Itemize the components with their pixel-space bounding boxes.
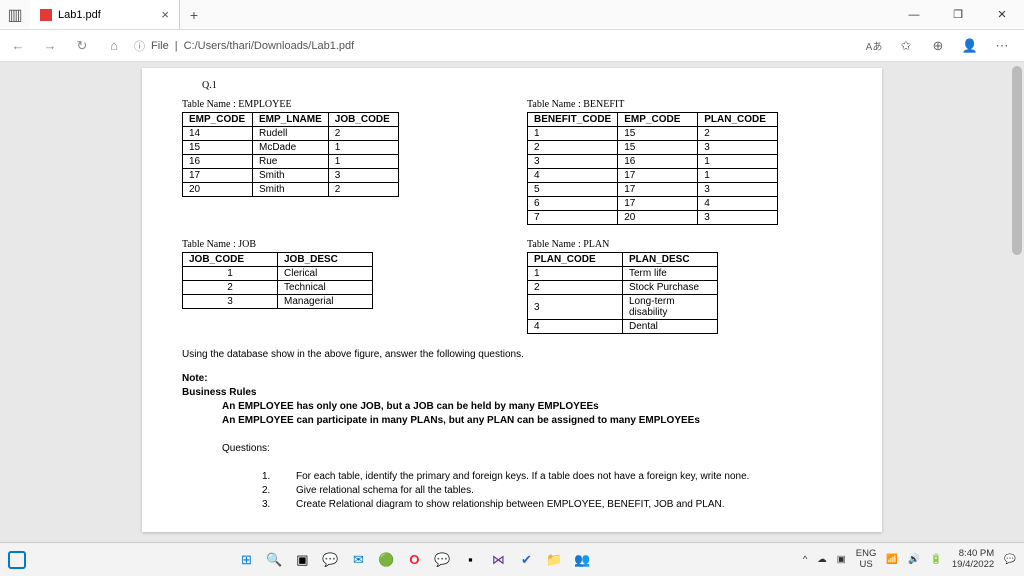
tray-chevron-icon[interactable]: ^: [803, 554, 807, 565]
rules-label: Business Rules: [182, 387, 256, 398]
benefit-table: BENEFIT_CODEEMP_CODEPLAN_CODE 1152 2153 …: [527, 112, 778, 225]
refresh-button[interactable]: ↻: [70, 34, 94, 58]
tab-close-icon[interactable]: ×: [161, 7, 169, 22]
battery-icon[interactable]: 🔋: [930, 554, 942, 565]
table-row: 20Smith2: [183, 183, 399, 197]
window-controls: ― ❐ ×: [892, 0, 1024, 30]
table-row: 4Dental: [528, 320, 718, 334]
edge-taskbar-icon[interactable]: 🟢: [375, 549, 397, 571]
q3-text: Create Relational diagram to show relati…: [296, 498, 725, 512]
employee-table-name: Table Name : EMPLOYEE: [182, 99, 497, 110]
terminal-icon[interactable]: ▪: [459, 549, 481, 571]
minimize-button[interactable]: ―: [892, 0, 936, 30]
scrollbar[interactable]: [1010, 66, 1022, 538]
back-button[interactable]: ←: [6, 34, 30, 58]
questions-label: Questions:: [222, 442, 842, 456]
start-icon[interactable]: ⊞: [235, 549, 257, 571]
table-row: 2Technical: [183, 281, 373, 295]
forward-button[interactable]: →: [38, 34, 62, 58]
note-label: Note:: [182, 373, 208, 384]
table-row: 2153: [528, 141, 778, 155]
close-button[interactable]: ×: [980, 0, 1024, 30]
collections-icon[interactable]: ⊕: [928, 38, 948, 54]
explorer-icon[interactable]: 📁: [543, 549, 565, 571]
search-icon[interactable]: 🔍: [263, 549, 285, 571]
benefit-table-name: Table Name : BENEFIT: [527, 99, 842, 110]
opera-icon[interactable]: O: [403, 549, 425, 571]
edge-icon[interactable]: [8, 551, 26, 569]
table-row: 3Managerial: [183, 295, 373, 309]
table-row: 1Clerical: [183, 267, 373, 281]
vs-icon[interactable]: ⋈: [487, 549, 509, 571]
q1-num: 1.: [262, 470, 276, 484]
table-row: 4171: [528, 169, 778, 183]
table-row: 3Long-term disability: [528, 295, 718, 320]
info-icon: ⓘ: [134, 38, 145, 54]
tabs-button-icon[interactable]: ▥: [0, 5, 30, 25]
intro-text: Using the database show in the above fig…: [182, 348, 842, 362]
rule-2: An EMPLOYEE can participate in many PLAN…: [222, 414, 842, 428]
read-aloud-icon[interactable]: Aあ: [864, 38, 884, 54]
table-row: 2Stock Purchase: [528, 281, 718, 295]
address-bar: ← → ↻ ⌂ ⓘ File | C:/Users/thari/Download…: [0, 30, 1024, 62]
tab-strip: ▥ Lab1.pdf × +: [0, 0, 208, 29]
table-row: 17Smith3: [183, 169, 399, 183]
table-row: 1152: [528, 127, 778, 141]
question-number: Q.1: [202, 80, 842, 91]
rule-1: An EMPLOYEE has only one JOB, but a JOB …: [222, 400, 842, 414]
pdf-viewer: Q.1 Table Name : EMPLOYEE EMP_CODEEMP_LN…: [0, 62, 1024, 542]
protocol-label: File: [151, 40, 169, 52]
separator: |: [175, 40, 178, 52]
maximize-button[interactable]: ❐: [936, 0, 980, 30]
more-icon[interactable]: ⋯: [992, 38, 1012, 54]
table-row: 15McDade1: [183, 141, 399, 155]
titlebar: ▥ Lab1.pdf × + ― ❐ ×: [0, 0, 1024, 30]
language-indicator[interactable]: ENGUS: [856, 549, 877, 570]
table-row: 3161: [528, 155, 778, 169]
taskview-icon[interactable]: ▣: [291, 549, 313, 571]
security-icon[interactable]: ▣: [837, 554, 846, 565]
table-row: 1Term life: [528, 267, 718, 281]
clock[interactable]: 8:40 PM19/4/2022: [952, 549, 994, 570]
table-row: 16Rue1: [183, 155, 399, 169]
table-row: 14Rudell2: [183, 127, 399, 141]
table-row: 7203: [528, 211, 778, 225]
teams-icon[interactable]: 👥: [571, 549, 593, 571]
home-button[interactable]: ⌂: [102, 34, 126, 58]
q2-text: Give relational schema for all the table…: [296, 484, 474, 498]
tab-lab1[interactable]: Lab1.pdf ×: [30, 0, 180, 29]
job-table-name: Table Name : JOB: [182, 239, 497, 250]
employee-table: EMP_CODEEMP_LNAMEJOB_CODE 14Rudell2 15Mc…: [182, 112, 399, 197]
volume-icon[interactable]: 🔊: [908, 554, 920, 565]
job-table: JOB_CODEJOB_DESC 1Clerical 2Technical 3M…: [182, 252, 373, 309]
body-text: Using the database show in the above fig…: [182, 348, 842, 512]
pdf-page: Q.1 Table Name : EMPLOYEE EMP_CODEEMP_LN…: [142, 68, 882, 532]
taskbar-center: ⊞ 🔍 ▣ 💬 ✉ 🟢 O 💬 ▪ ⋈ ✔ 📁 👥: [26, 549, 803, 571]
new-tab-button[interactable]: +: [180, 7, 208, 23]
mail-icon[interactable]: ✉: [347, 549, 369, 571]
table-row: 5173: [528, 183, 778, 197]
pdf-icon: [40, 9, 52, 21]
q1-text: For each table, identify the primary and…: [296, 470, 749, 484]
tab-title: Lab1.pdf: [58, 9, 101, 21]
url-path: C:/Users/thari/Downloads/Lab1.pdf: [184, 40, 355, 52]
chat-icon[interactable]: 💬: [319, 549, 341, 571]
whatsapp-icon[interactable]: 💬: [431, 549, 453, 571]
table-row: 6174: [528, 197, 778, 211]
profile-icon[interactable]: 👤: [960, 38, 980, 54]
wifi-icon[interactable]: 📶: [886, 554, 898, 565]
onedrive-icon[interactable]: ☁: [817, 554, 827, 565]
plan-table: PLAN_CODEPLAN_DESC 1Term life 2Stock Pur…: [527, 252, 718, 334]
notifications-icon[interactable]: 💬: [1004, 554, 1016, 565]
favorites-icon[interactable]: ✩: [896, 38, 916, 54]
plan-table-name: Table Name : PLAN: [527, 239, 842, 250]
address-field[interactable]: ⓘ File | C:/Users/thari/Downloads/Lab1.p…: [134, 38, 856, 54]
todo-icon[interactable]: ✔: [515, 549, 537, 571]
toolbar-right: Aあ ✩ ⊕ 👤 ⋯: [864, 38, 1018, 54]
q3-num: 3.: [262, 498, 276, 512]
q2-num: 2.: [262, 484, 276, 498]
system-tray: ^ ☁ ▣ ENGUS 📶 🔊 🔋 8:40 PM19/4/2022 💬: [803, 549, 1016, 570]
taskbar: ⊞ 🔍 ▣ 💬 ✉ 🟢 O 💬 ▪ ⋈ ✔ 📁 👥 ^ ☁ ▣ ENGUS 📶 …: [0, 542, 1024, 576]
